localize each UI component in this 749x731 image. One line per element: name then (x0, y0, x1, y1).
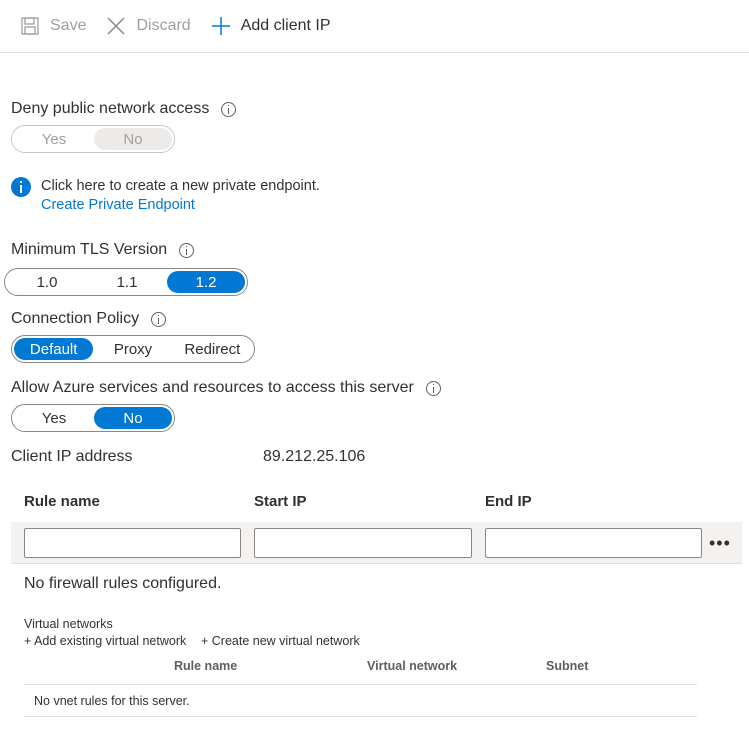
vnet-virtual-network-column-header: Virtual network (367, 659, 458, 673)
azure-services-no-option[interactable]: No (94, 407, 172, 429)
client-ip-label: Client IP address (11, 448, 133, 465)
deny-public-access-toggle[interactable]: Yes No (11, 125, 175, 153)
policy-redirect-option[interactable]: Redirect (173, 338, 252, 360)
deny-public-access-text: Deny public network access (11, 100, 210, 117)
private-endpoint-message: Click here to create a new private endpo… (41, 178, 320, 194)
no-firewall-rules-message: No firewall rules configured. (24, 575, 222, 592)
tls-version-toggle[interactable]: 1.0 1.1 1.2 (4, 268, 248, 296)
connection-policy-text: Connection Policy (11, 310, 140, 327)
end-ip-column-header: End IP (485, 493, 532, 510)
tls-1-1-option[interactable]: 1.1 (87, 271, 167, 293)
vnet-rule-name-column-header: Rule name (174, 659, 238, 673)
tls-1-2-option[interactable]: 1.2 (167, 271, 245, 293)
add-existing-vnet-link[interactable]: + Add existing virtual network (24, 634, 186, 648)
discard-label: Discard (136, 17, 191, 34)
info-icon (11, 177, 31, 197)
private-endpoint-info: Click here to create a new private endpo… (11, 177, 320, 215)
start-ip-column-header: Start IP (254, 493, 307, 510)
create-private-endpoint-link[interactable]: Create Private Endpoint (41, 196, 320, 215)
allow-azure-services-text: Allow Azure services and resources to ac… (11, 379, 414, 396)
add-client-ip-label: Add client IP (240, 17, 331, 34)
close-icon (107, 17, 125, 35)
info-icon[interactable] (151, 311, 167, 327)
virtual-networks-title: Virtual networks (24, 617, 113, 631)
discard-button[interactable]: Discard (106, 10, 191, 42)
rule-name-column-header: Rule name (24, 493, 100, 510)
save-icon (21, 17, 39, 35)
info-icon[interactable] (221, 101, 237, 117)
save-button[interactable]: Save (20, 10, 86, 42)
policy-proxy-option[interactable]: Proxy (93, 338, 172, 360)
azure-services-yes-option[interactable]: Yes (14, 407, 94, 429)
deny-public-yes-option[interactable]: Yes (14, 128, 94, 150)
add-client-ip-button[interactable]: Add client IP (211, 10, 331, 42)
tls-1-0-option[interactable]: 1.0 (7, 271, 87, 293)
client-ip-value: 89.212.25.106 (263, 448, 366, 465)
vnet-header-divider (24, 684, 697, 685)
allow-azure-services-toggle[interactable]: Yes No (11, 404, 175, 432)
more-options-icon[interactable]: ••• (709, 533, 731, 554)
info-icon[interactable] (179, 242, 195, 258)
connection-policy-toggle[interactable]: Default Proxy Redirect (11, 335, 255, 363)
vnet-table-bottom-divider (24, 716, 697, 717)
vnet-subnet-column-header: Subnet (546, 659, 589, 673)
no-vnet-rules-message: No vnet rules for this server. (34, 694, 190, 708)
plus-icon (211, 17, 230, 35)
policy-default-option[interactable]: Default (14, 338, 94, 360)
connection-policy-label: Connection Policy (11, 310, 167, 328)
deny-public-access-label: Deny public network access (11, 100, 237, 118)
rule-name-input[interactable] (24, 528, 241, 558)
start-ip-input[interactable] (254, 528, 472, 558)
command-bar: Save Discard Add client IP (0, 0, 749, 53)
tls-version-label: Minimum TLS Version (11, 241, 195, 259)
tls-version-text: Minimum TLS Version (11, 241, 168, 258)
save-label: Save (50, 17, 87, 34)
end-ip-input[interactable] (485, 528, 702, 558)
info-icon[interactable] (425, 380, 441, 396)
allow-azure-services-label: Allow Azure services and resources to ac… (11, 379, 441, 397)
create-new-vnet-link[interactable]: + Create new virtual network (201, 634, 360, 648)
deny-public-no-option[interactable]: No (94, 128, 172, 150)
